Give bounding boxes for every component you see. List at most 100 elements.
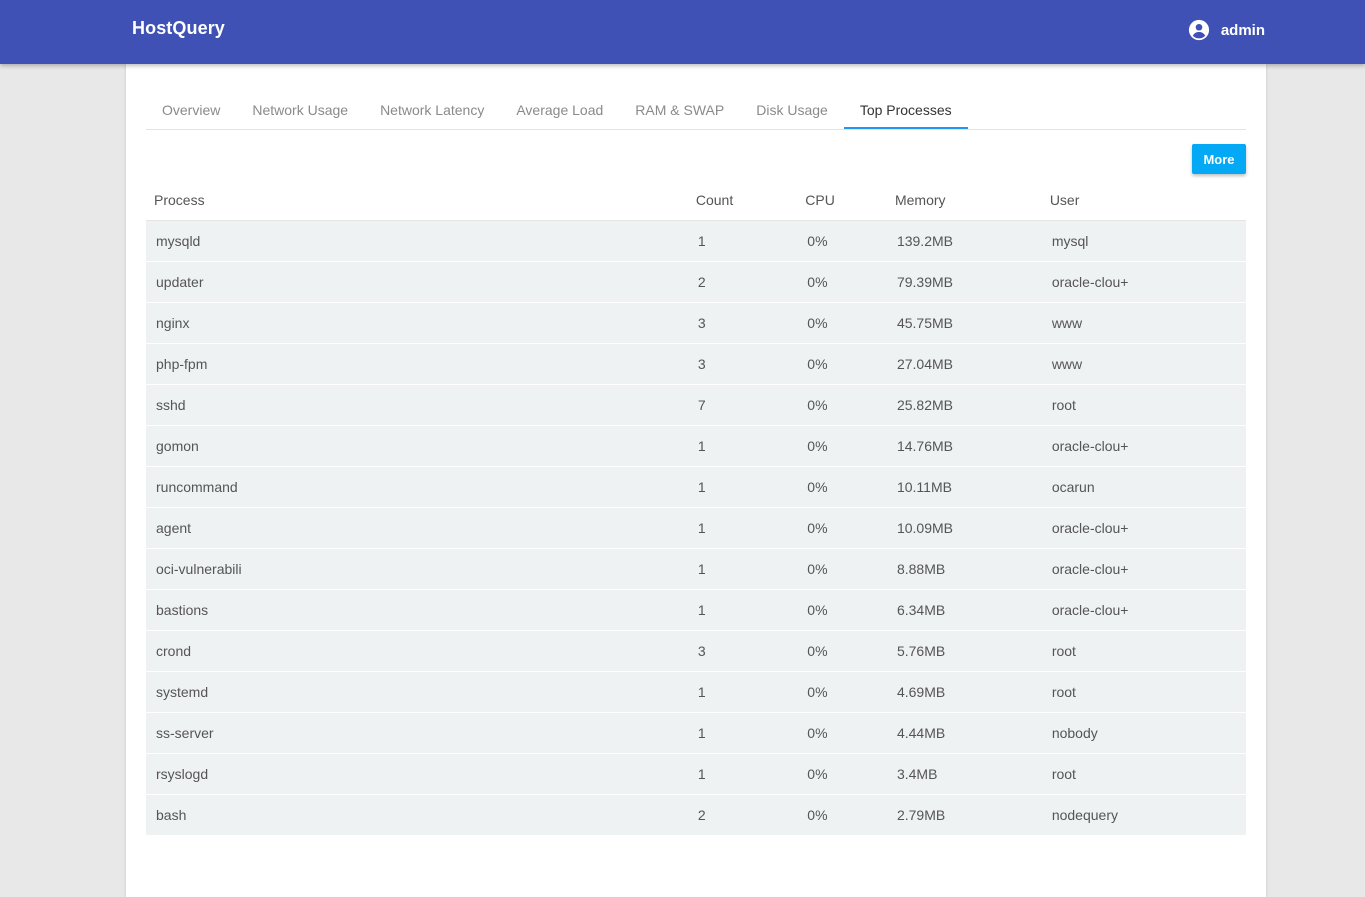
cell-cpu: 0% bbox=[805, 589, 895, 631]
header-user[interactable]: User bbox=[1049, 180, 1246, 221]
cell-count: 1 bbox=[695, 507, 806, 549]
user-name: admin bbox=[1220, 21, 1265, 39]
cell-count: 2 bbox=[695, 794, 806, 836]
header-count[interactable]: Count bbox=[695, 180, 806, 221]
table-row[interactable]: mysqld 1 0% 139.2MB mysql bbox=[146, 220, 1246, 262]
cell-process: oci-vulnerabili bbox=[146, 548, 696, 590]
cell-memory: 6.34MB bbox=[894, 589, 1050, 631]
cell-user: ocarun bbox=[1049, 466, 1246, 508]
cell-count: 2 bbox=[695, 261, 806, 303]
app-title[interactable]: HostQuery bbox=[132, 18, 225, 39]
table-row[interactable]: updater 2 0% 79.39MB oracle-clou+ bbox=[146, 261, 1246, 303]
cell-process: systemd bbox=[146, 671, 696, 713]
cell-count: 1 bbox=[695, 589, 806, 631]
table-row[interactable]: runcommand 1 0% 10.11MB ocarun bbox=[146, 466, 1246, 508]
cell-memory: 45.75MB bbox=[894, 302, 1050, 344]
tab-disk-usage[interactable]: Disk Usage bbox=[740, 92, 844, 129]
table-header-row: Process Count CPU Memory User bbox=[146, 180, 1246, 221]
cell-memory: 5.76MB bbox=[894, 630, 1050, 672]
header-memory[interactable]: Memory bbox=[894, 180, 1050, 221]
cell-count: 1 bbox=[695, 753, 806, 795]
cell-memory: 2.79MB bbox=[894, 794, 1050, 836]
cell-count: 3 bbox=[695, 302, 806, 344]
table-row[interactable]: oci-vulnerabili 1 0% 8.88MB oracle-clou+ bbox=[146, 548, 1246, 590]
cell-cpu: 0% bbox=[805, 712, 895, 754]
more-button[interactable]: More bbox=[1192, 144, 1246, 174]
cell-cpu: 0% bbox=[805, 425, 895, 467]
cell-user: nodequery bbox=[1049, 794, 1246, 836]
tab-network-latency[interactable]: Network Latency bbox=[364, 92, 500, 129]
cell-cpu: 0% bbox=[805, 753, 895, 795]
table-row[interactable]: nginx 3 0% 45.75MB www bbox=[146, 302, 1246, 344]
cell-user: oracle-clou+ bbox=[1049, 261, 1246, 303]
cell-process: crond bbox=[146, 630, 696, 672]
cell-process: bastions bbox=[146, 589, 696, 631]
tab-network-usage[interactable]: Network Usage bbox=[236, 92, 364, 129]
cell-memory: 10.09MB bbox=[894, 507, 1050, 549]
table-row[interactable]: ss-server 1 0% 4.44MB nobody bbox=[146, 712, 1246, 754]
cell-memory: 25.82MB bbox=[894, 384, 1050, 426]
main-card: Overview Network Usage Network Latency A… bbox=[126, 64, 1266, 897]
cell-count: 1 bbox=[695, 712, 806, 754]
cell-user: mysql bbox=[1049, 220, 1246, 262]
cell-process: runcommand bbox=[146, 466, 696, 508]
tab-average-load[interactable]: Average Load bbox=[500, 92, 619, 129]
table-row[interactable]: crond 3 0% 5.76MB root bbox=[146, 630, 1246, 672]
header-cpu[interactable]: CPU bbox=[805, 180, 895, 221]
tab-ram-swap[interactable]: RAM & SWAP bbox=[619, 92, 740, 129]
cell-user: root bbox=[1049, 630, 1246, 672]
cell-cpu: 0% bbox=[805, 302, 895, 344]
table-row[interactable]: rsyslogd 1 0% 3.4MB root bbox=[146, 753, 1246, 795]
cell-count: 3 bbox=[695, 630, 806, 672]
cell-user: oracle-clou+ bbox=[1049, 548, 1246, 590]
header-process[interactable]: Process bbox=[146, 180, 696, 221]
cell-cpu: 0% bbox=[805, 220, 895, 262]
cell-process: updater bbox=[146, 261, 696, 303]
cell-process: nginx bbox=[146, 302, 696, 344]
cell-cpu: 0% bbox=[805, 548, 895, 590]
account-circle-icon bbox=[1188, 19, 1210, 41]
table-row[interactable]: bastions 1 0% 6.34MB oracle-clou+ bbox=[146, 589, 1246, 631]
cell-count: 1 bbox=[695, 425, 806, 467]
cell-cpu: 0% bbox=[805, 507, 895, 549]
tab-top-processes[interactable]: Top Processes bbox=[843, 92, 968, 129]
cell-process: mysqld bbox=[146, 220, 696, 262]
cell-user: oracle-clou+ bbox=[1049, 589, 1246, 631]
cell-cpu: 0% bbox=[805, 630, 895, 672]
cell-count: 7 bbox=[695, 384, 806, 426]
cell-user: root bbox=[1049, 671, 1246, 713]
cell-count: 1 bbox=[695, 671, 806, 713]
cell-process: sshd bbox=[146, 384, 696, 426]
tab-overview[interactable]: Overview bbox=[146, 92, 236, 129]
table-row[interactable]: agent 1 0% 10.09MB oracle-clou+ bbox=[146, 507, 1246, 549]
table-row[interactable]: php-fpm 3 0% 27.04MB www bbox=[146, 343, 1246, 385]
cell-user: www bbox=[1049, 302, 1246, 344]
cell-memory: 3.4MB bbox=[894, 753, 1050, 795]
cell-cpu: 0% bbox=[805, 343, 895, 385]
cell-user: www bbox=[1049, 343, 1246, 385]
user-menu[interactable]: admin bbox=[1188, 19, 1265, 41]
table-row[interactable]: gomon 1 0% 14.76MB oracle-clou+ bbox=[146, 425, 1246, 467]
cell-count: 1 bbox=[695, 220, 806, 262]
processes-table: Process Count CPU Memory User mysqld 1 0% 1… bbox=[146, 180, 1246, 836]
cell-cpu: 0% bbox=[805, 671, 895, 713]
cell-memory: 10.11MB bbox=[894, 466, 1050, 508]
cell-memory: 14.76MB bbox=[894, 425, 1050, 467]
cell-memory: 4.44MB bbox=[894, 712, 1050, 754]
cell-cpu: 0% bbox=[805, 261, 895, 303]
cell-memory: 4.69MB bbox=[894, 671, 1050, 713]
cell-process: agent bbox=[146, 507, 696, 549]
cell-cpu: 0% bbox=[805, 384, 895, 426]
top-app-bar: HostQuery admin bbox=[0, 0, 1365, 64]
table-row[interactable]: sshd 7 0% 25.82MB root bbox=[146, 384, 1246, 426]
cell-user: root bbox=[1049, 753, 1246, 795]
table-row[interactable]: bash 2 0% 2.79MB nodequery bbox=[146, 794, 1246, 836]
cell-process: rsyslogd bbox=[146, 753, 696, 795]
cell-process: bash bbox=[146, 794, 696, 836]
cell-process: php-fpm bbox=[146, 343, 696, 385]
cell-cpu: 0% bbox=[805, 466, 895, 508]
table-row[interactable]: systemd 1 0% 4.69MB root bbox=[146, 671, 1246, 713]
cell-count: 1 bbox=[695, 466, 806, 508]
tab-bar: Overview Network Usage Network Latency A… bbox=[146, 92, 1246, 130]
cell-user: oracle-clou+ bbox=[1049, 507, 1246, 549]
